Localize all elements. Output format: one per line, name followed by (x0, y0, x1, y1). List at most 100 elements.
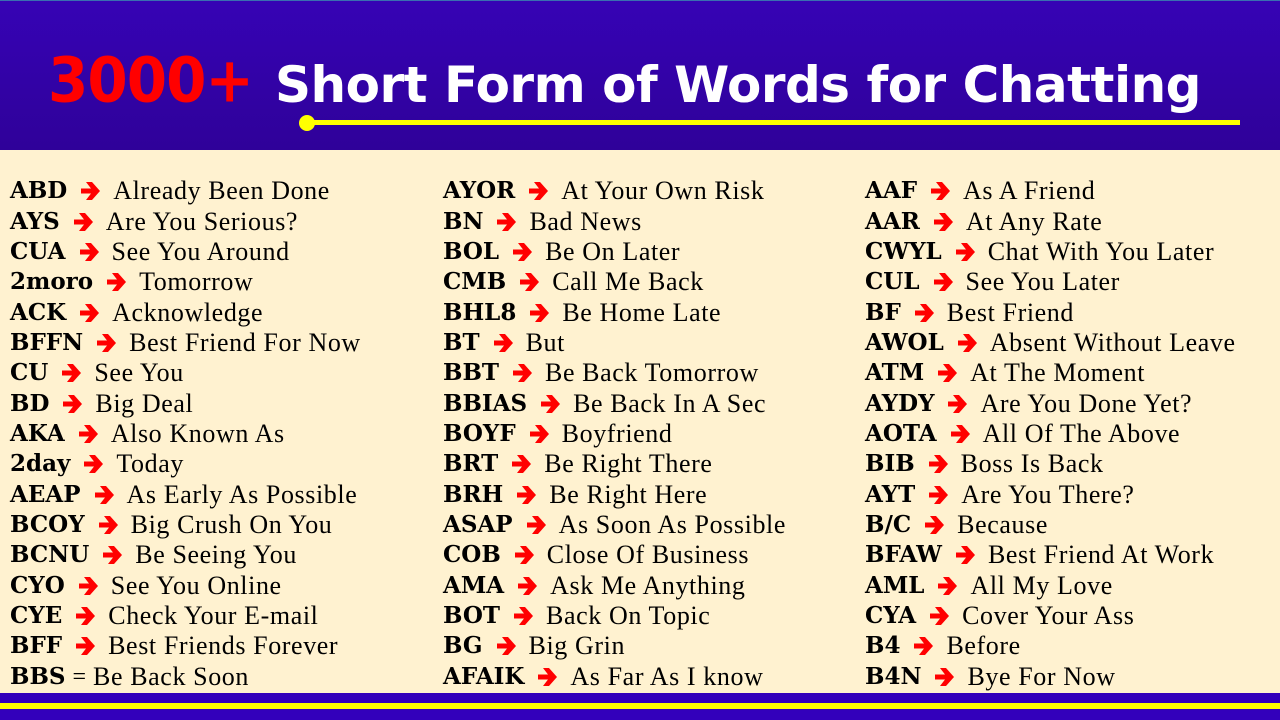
list-item: BT But (443, 328, 786, 358)
meaning: As Soon As Possible (558, 509, 787, 539)
list-item: AMA Ask Me Anything (443, 570, 786, 600)
list-item: BFFN Best Friend For Now (10, 328, 361, 358)
abbreviation: BCNU (10, 541, 90, 569)
meaning: Be Right Here (549, 479, 708, 509)
meaning: Tomorrow (139, 267, 254, 297)
header-banner: 3000+ Short Form of Words for Chatting (0, 0, 1280, 150)
list-item: BOL Be On Later (443, 237, 786, 267)
list-item: ASAP As Soon As Possible (443, 510, 786, 540)
list-item: AAR At Any Rate (865, 206, 1236, 236)
meaning: At Any Rate (965, 206, 1103, 236)
right-arrow-icon (933, 666, 957, 688)
list-item: BN Bad News (443, 206, 786, 236)
right-arrow-icon (78, 241, 102, 263)
footer-stripe-blue-bottom (0, 709, 1280, 720)
meaning: Already Been Done (113, 176, 330, 206)
right-arrow-icon (93, 484, 117, 506)
abbreviation: BBS (10, 662, 66, 690)
meaning: Be Back Soon (93, 661, 250, 691)
list-item: AWOL Absent Without Leave (865, 328, 1236, 358)
meaning: All My Love (970, 570, 1113, 600)
list-item: CYE Check Your E-mail (10, 601, 361, 631)
abbreviation: BOT (443, 601, 501, 629)
right-arrow-icon (936, 575, 960, 597)
list-item: BCOY Big Crush On You (10, 510, 361, 540)
abbreviation: AOTA (865, 419, 937, 447)
abbreviation: B/C (865, 510, 912, 538)
page-title: 3000+ Short Form of Words for Chatting (48, 48, 1201, 123)
abbreviation: BF (865, 298, 901, 326)
right-arrow-icon (105, 271, 129, 293)
right-arrow-icon (97, 514, 121, 536)
abbreviation: AAR (865, 207, 920, 235)
right-arrow-icon (60, 362, 84, 384)
meaning: See You Later (965, 267, 1120, 297)
meaning: At Your Own Risk (561, 176, 765, 206)
right-arrow-icon (518, 271, 542, 293)
meaning: Boyfriend (561, 418, 673, 448)
right-arrow-icon (927, 453, 951, 475)
abbreviation: B4N (865, 662, 922, 690)
right-arrow-icon (82, 453, 106, 475)
list-item: 2moro Tomorrow (10, 267, 361, 297)
meaning: Check Your E-mail (108, 600, 319, 630)
right-arrow-icon (513, 544, 537, 566)
meaning: Bye For Now (967, 661, 1116, 691)
right-arrow-icon (74, 635, 98, 657)
list-item: BFF Best Friends Forever (10, 631, 361, 661)
right-arrow-icon (946, 393, 970, 415)
right-arrow-icon (510, 453, 534, 475)
abbreviation-columns: ABD Already Been Done AYS Are You Serious? C… (0, 176, 1280, 691)
meaning: At The Moment (970, 358, 1146, 388)
abbreviation: AFAIK (443, 662, 525, 690)
list-item: COB Close Of Business (443, 540, 786, 570)
abbreviation: BHL8 (443, 298, 517, 326)
right-arrow-icon (72, 211, 96, 233)
abbreviation: BT (443, 328, 480, 356)
right-arrow-icon (61, 393, 85, 415)
list-item: BCNU Be Seeing You (10, 540, 361, 570)
right-arrow-icon (956, 332, 980, 354)
right-arrow-icon (512, 605, 536, 627)
abbreviation: AWOL (865, 328, 944, 356)
abbreviation: CU (10, 359, 49, 387)
list-item: BOYF Boyfriend (443, 419, 786, 449)
abbreviation: BFAW (865, 541, 942, 569)
abbreviation: BBIAS (443, 389, 528, 417)
list-item: BD Big Deal (10, 388, 361, 418)
right-arrow-icon (923, 514, 947, 536)
abbreviation: CUL (865, 268, 920, 296)
list-item: CUL See You Later (865, 267, 1236, 297)
meaning: As Early As Possible (126, 479, 358, 509)
abbreviation: ABD (10, 177, 68, 205)
abbreviation: BG (443, 632, 483, 660)
abbreviation: ATM (865, 359, 925, 387)
right-arrow-icon (527, 180, 551, 202)
list-item: BIB Boss Is Back (865, 449, 1236, 479)
list-item: CYO See You Online (10, 570, 361, 600)
list-item: CYA Cover Your Ass (865, 601, 1236, 631)
title-text: Short Form of Words for Chatting (275, 56, 1201, 114)
list-item: AYS Are You Serious? (10, 206, 361, 236)
right-arrow-icon (932, 211, 956, 233)
list-item: CUA See You Around (10, 237, 361, 267)
list-item: CMB Call Me Back (443, 267, 786, 297)
abbreviation: BFF (10, 632, 63, 660)
list-item: AYT Are You There? (865, 479, 1236, 509)
meaning: Acknowledge (112, 297, 264, 327)
abbreviation: CWYL (865, 237, 942, 265)
right-arrow-icon (954, 544, 978, 566)
list-item: CWYL Chat With You Later (865, 237, 1236, 267)
meaning: Be Home Late (562, 297, 722, 327)
right-arrow-icon (912, 635, 936, 657)
meaning: See You Around (111, 236, 290, 266)
right-arrow-icon (492, 332, 516, 354)
abbreviation: AAF (865, 177, 918, 205)
infographic-page: 3000+ Short Form of Words for Chatting A… (0, 0, 1280, 720)
meaning: Big Grin (528, 631, 626, 661)
right-arrow-icon (528, 302, 552, 324)
meaning: Bad News (529, 206, 642, 236)
list-item: BF Best Friend (865, 297, 1236, 327)
list-item: BBIAS Be Back In A Sec (443, 388, 786, 418)
meaning: Be On Later (545, 236, 681, 266)
